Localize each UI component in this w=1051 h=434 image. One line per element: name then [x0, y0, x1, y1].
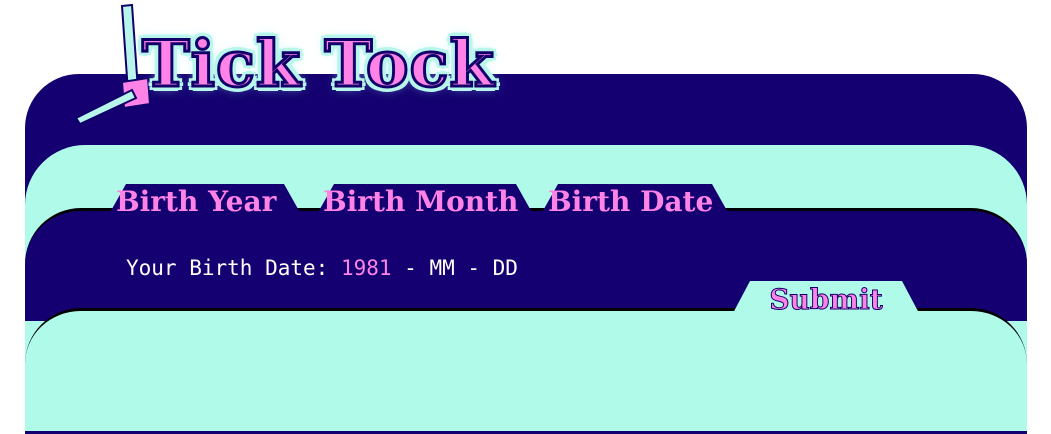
- birth-date-display: Your Birth Date: 1981 - MM - DD: [126, 256, 518, 280]
- logo: Tick Tock: [0, 0, 560, 130]
- lower-panel: [25, 308, 1027, 431]
- birth-date-label: Your Birth Date:: [126, 256, 341, 280]
- birth-year-value: 1981: [340, 256, 392, 280]
- tab-birth-month[interactable]: Birth Month: [323, 184, 518, 220]
- tab-birth-date[interactable]: Birth Date: [548, 184, 713, 220]
- tab-birth-year[interactable]: Birth Year: [116, 184, 276, 220]
- birth-date-placeholder: - MM - DD: [391, 256, 518, 280]
- submit-button[interactable]: Submit: [732, 281, 920, 319]
- logo-title: Tick Tock: [141, 26, 496, 104]
